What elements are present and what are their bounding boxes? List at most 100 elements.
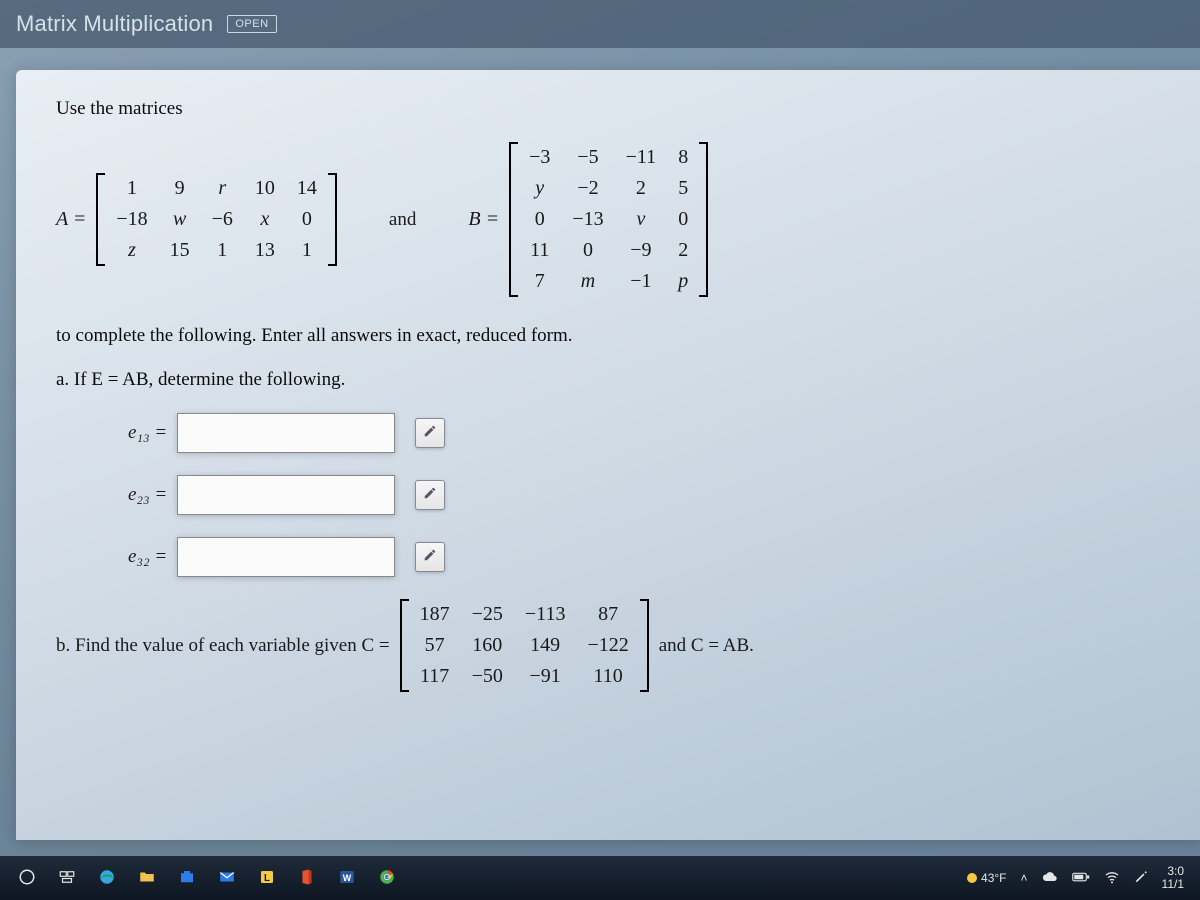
matrix-cell: −18 <box>105 204 158 235</box>
chrome-button[interactable] <box>370 862 404 894</box>
matrix-cell: −13 <box>561 204 614 235</box>
e32-hint-button[interactable] <box>415 542 445 572</box>
task-view-icon <box>58 868 76 889</box>
edge-button[interactable] <box>90 862 124 894</box>
answer-row-e23: e₂₃ = <box>128 475 1160 515</box>
matrix-cell: 117 <box>409 661 461 692</box>
matrix-cell: −9 <box>615 235 668 266</box>
matrix-cell: 1 <box>105 173 158 204</box>
matrix-cell: 13 <box>244 235 286 266</box>
matrix-cell: p <box>667 266 699 297</box>
wifi-icon[interactable] <box>1104 869 1120 888</box>
matrix-cell: r <box>201 173 244 204</box>
temperature-text: 43°F <box>981 871 1006 885</box>
matrix-cell: 110 <box>576 661 639 692</box>
lockdown-icon: L <box>258 868 276 889</box>
matrix-cell: 15 <box>159 235 201 266</box>
matrix-B: −3−5−118y−2250−13v0110−927m−1p <box>509 142 708 297</box>
lockdown-button[interactable]: L <box>250 862 284 894</box>
matrix-cell: y <box>518 173 561 204</box>
matrix-cell: 0 <box>561 235 614 266</box>
matrix-cell: w <box>159 204 201 235</box>
explorer-button[interactable] <box>130 862 164 894</box>
open-badge: OPEN <box>227 15 276 33</box>
battery-icon[interactable] <box>1072 871 1090 886</box>
e13-hint-button[interactable] <box>415 418 445 448</box>
matrix-cell: 7 <box>518 266 561 297</box>
e32-input[interactable] <box>177 537 395 577</box>
circle-icon <box>18 868 36 889</box>
office-button[interactable] <box>290 862 324 894</box>
matrix-cell: −91 <box>514 661 577 692</box>
matrix-cell: 0 <box>518 204 561 235</box>
weather-widget[interactable]: 43°F <box>967 871 1006 885</box>
matrix-B-group: B = −3−5−118y−2250−13v0110−927m−1p <box>468 142 708 297</box>
cloud-icon[interactable] <box>1042 869 1058 888</box>
matrices-row: A = 19r1014−18w−6x0z151131 and B = −3−5−… <box>56 142 1160 297</box>
screen: Matrix Multiplication OPEN Use the matri… <box>0 0 1200 900</box>
folder-icon <box>138 868 156 889</box>
matrix-cell: 0 <box>286 204 328 235</box>
e23-input[interactable] <box>177 475 395 515</box>
word-icon: W <box>338 868 356 889</box>
matrix-cell: 57 <box>409 630 461 661</box>
matrix-cell: −1 <box>615 266 668 297</box>
matrix-cell: x <box>244 204 286 235</box>
edge-icon <box>98 868 116 889</box>
e23-label: e₂₃ = <box>128 484 167 506</box>
word-button[interactable]: W <box>330 862 364 894</box>
taskbar: L W 43°F ˄ <box>0 856 1200 900</box>
date-text: 11/1 <box>1162 878 1184 891</box>
instruction-text: to complete the following. Enter all ans… <box>56 325 1160 347</box>
part-a-text: a. If E = AB, determine the following. <box>56 369 1160 391</box>
tray: 43°F ˄ 3:0 11/1 <box>967 865 1184 891</box>
matrix-cell: 10 <box>244 173 286 204</box>
pencil-icon <box>423 486 437 505</box>
matrix-cell: 2 <box>667 235 699 266</box>
question-panel: Use the matrices A = 19r1014−18w−6x0z151… <box>16 70 1200 840</box>
matrix-cell: 160 <box>461 630 514 661</box>
answer-row-e32: e₃₂ = <box>128 537 1160 577</box>
matrix-A-label: A = <box>56 208 86 231</box>
task-view-button[interactable] <box>50 862 84 894</box>
topbar: Matrix Multiplication OPEN <box>0 0 1200 48</box>
start-button[interactable] <box>10 862 44 894</box>
matrix-cell: −2 <box>561 173 614 204</box>
matrix-C: 187−25−1138757160149−122117−50−91110 <box>400 599 649 692</box>
office-icon <box>298 868 316 889</box>
matrix-cell: 14 <box>286 173 328 204</box>
pen-icon[interactable] <box>1134 870 1148 887</box>
matrix-cell: −5 <box>561 142 614 173</box>
matrix-A-group: A = 19r1014−18w−6x0z151131 <box>56 173 337 266</box>
intro-text: Use the matrices <box>56 98 1160 120</box>
clock[interactable]: 3:0 11/1 <box>1162 865 1184 891</box>
matrix-B-label: B = <box>468 208 499 231</box>
matrix-cell: 8 <box>667 142 699 173</box>
matrix-cell: 1 <box>286 235 328 266</box>
store-icon <box>178 868 196 889</box>
and-word: and <box>389 209 416 231</box>
matrix-cell: 11 <box>518 235 561 266</box>
sun-icon <box>967 873 977 883</box>
matrix-cell: 2 <box>615 173 668 204</box>
matrix-cell: 5 <box>667 173 699 204</box>
matrix-cell: 87 <box>576 599 639 630</box>
matrix-cell: v <box>615 204 668 235</box>
matrix-cell: 1 <box>201 235 244 266</box>
part-b-row: b. Find the value of each variable given… <box>56 599 1160 692</box>
chevron-up-icon[interactable]: ˄ <box>1021 871 1028 885</box>
e13-input[interactable] <box>177 413 395 453</box>
store-button[interactable] <box>170 862 204 894</box>
matrix-cell: 149 <box>514 630 577 661</box>
matrix-cell: −25 <box>461 599 514 630</box>
page-title: Matrix Multiplication <box>16 11 213 37</box>
matrix-cell: 9 <box>159 173 201 204</box>
answer-row-e13: e₁₃ = <box>128 413 1160 453</box>
matrix-cell: −122 <box>576 630 639 661</box>
mail-icon <box>218 868 236 889</box>
svg-text:W: W <box>343 872 352 882</box>
e32-label: e₃₂ = <box>128 546 167 568</box>
mail-button[interactable] <box>210 862 244 894</box>
e23-hint-button[interactable] <box>415 480 445 510</box>
svg-text:L: L <box>264 872 270 883</box>
